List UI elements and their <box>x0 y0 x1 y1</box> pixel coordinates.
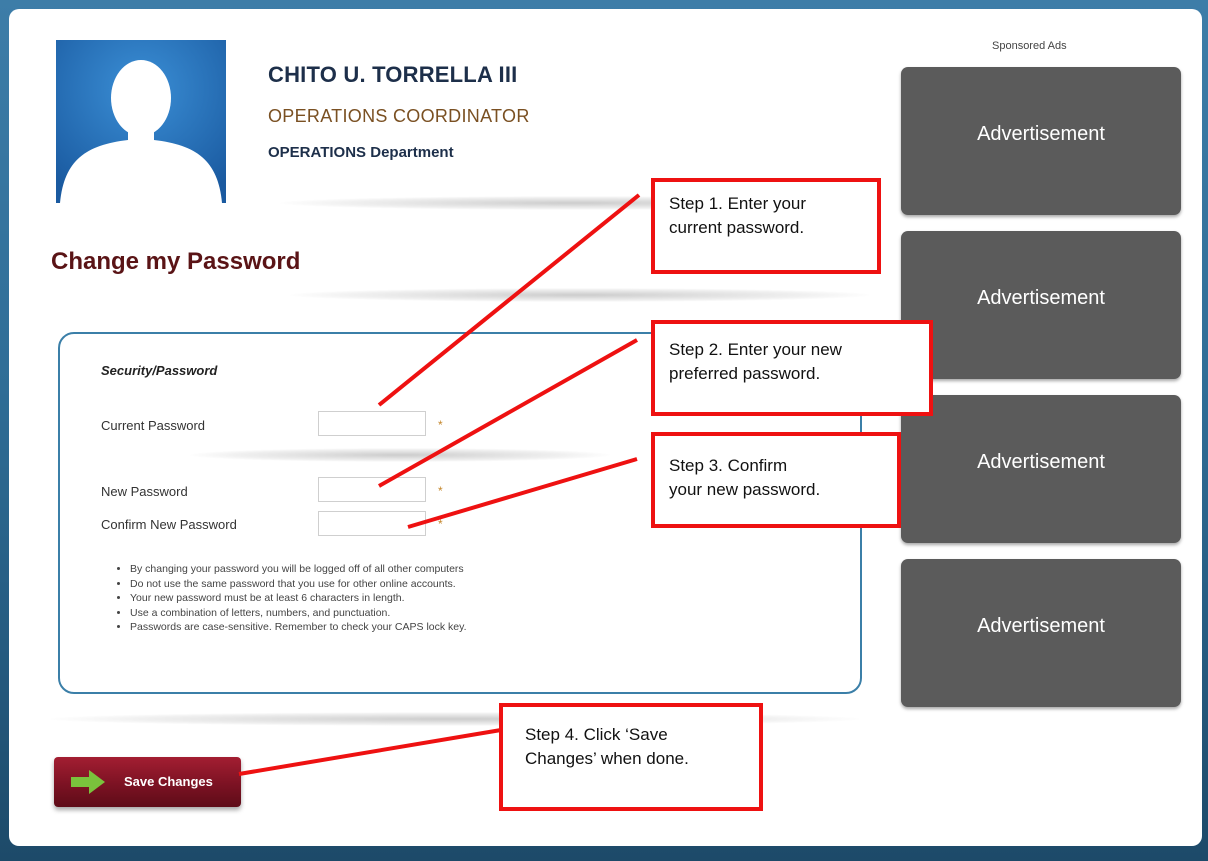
step1-callout: Step 1. Enter your current password. <box>651 178 881 274</box>
advertisement-label: Advertisement <box>977 451 1105 473</box>
confirm-password-input[interactable] <box>318 511 426 536</box>
page-title: Change my Password <box>51 248 301 275</box>
title-divider <box>290 288 870 302</box>
required-asterisk: * <box>438 517 443 531</box>
person-silhouette-icon <box>56 40 226 203</box>
save-changes-label: Save Changes <box>124 774 213 789</box>
password-tip: Your new password must be at least 6 cha… <box>130 591 467 606</box>
avatar <box>56 40 226 203</box>
step3-text-line1: Step 3. Confirm <box>669 456 788 475</box>
step3-text-line2: your new password. <box>669 480 821 499</box>
advertisement-label: Advertisement <box>977 615 1105 637</box>
profile-name: CHITO U. TORRELLA III <box>268 62 518 87</box>
advertisement-slot[interactable]: Advertisement <box>901 559 1181 707</box>
advertisement-label: Advertisement <box>977 123 1105 145</box>
step1-text-line2: current password. <box>669 218 805 237</box>
required-asterisk: * <box>438 484 443 498</box>
arrow-right-icon <box>71 770 105 794</box>
password-tip: Use a combination of letters, numbers, a… <box>130 606 467 621</box>
section-title: Security/Password <box>101 363 218 378</box>
profile-job-title: OPERATIONS COORDINATOR <box>268 106 530 126</box>
current-password-input[interactable] <box>318 411 426 436</box>
step4-text-line2: Changes’ when done. <box>525 749 689 768</box>
sponsored-ads-label: Sponsored Ads <box>992 40 1067 52</box>
advertisement-label: Advertisement <box>977 287 1105 309</box>
current-password-label: Current Password <box>101 418 206 433</box>
advertisement-slot[interactable]: Advertisement <box>901 231 1181 379</box>
password-tip: Passwords are case-sensitive. Remember t… <box>130 620 467 635</box>
new-password-input[interactable] <box>318 477 426 502</box>
confirm-password-label: Confirm New Password <box>101 517 237 532</box>
step4-callout: Step 4. Click ‘Save Changes’ when done. <box>499 703 763 811</box>
field-divider <box>190 448 610 462</box>
save-changes-button[interactable]: Save Changes <box>54 757 241 807</box>
step2-text-line1: Step 2. Enter your new <box>669 340 842 359</box>
step4-text-line1: Step 4. Click ‘Save <box>525 725 668 744</box>
password-tip: Do not use the same password that you us… <box>130 577 467 592</box>
new-password-label: New Password <box>101 484 188 499</box>
profile-department: OPERATIONS Department <box>268 144 454 161</box>
advertisement-slot[interactable]: Advertisement <box>901 395 1181 543</box>
step2-callout: Step 2. Enter your new preferred passwor… <box>651 320 933 416</box>
step1-text-line1: Step 1. Enter your <box>669 194 807 213</box>
advertisement-slot[interactable]: Advertisement <box>901 67 1181 215</box>
password-tip: By changing your password you will be lo… <box>130 562 467 577</box>
password-tips-list: By changing your password you will be lo… <box>100 562 467 635</box>
step3-callout: Step 3. Confirm your new password. <box>651 432 901 528</box>
step2-text-line2: preferred password. <box>669 364 821 383</box>
required-asterisk: * <box>438 418 443 432</box>
